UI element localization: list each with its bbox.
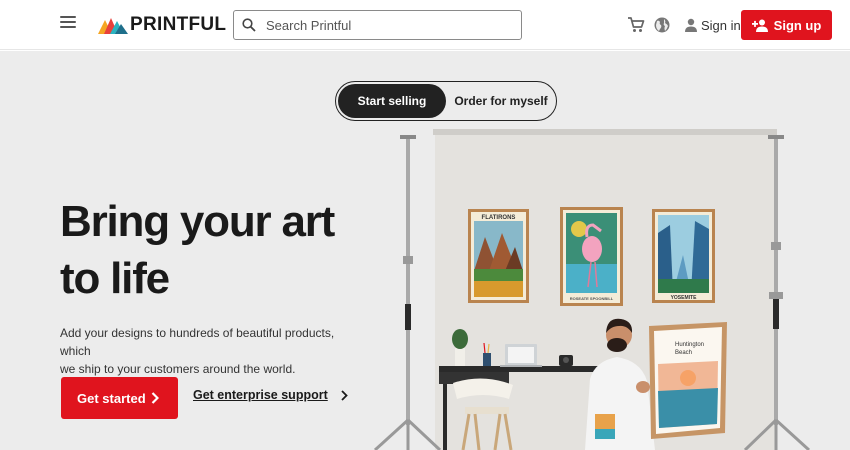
menu-icon[interactable] — [60, 16, 76, 32]
seller-mode-toggle: Start selling Order for myself — [335, 81, 557, 121]
cart-icon[interactable] — [627, 16, 645, 34]
enterprise-support-label: Get enterprise support — [193, 388, 328, 402]
chevron-right-icon — [151, 392, 159, 404]
sign-in-link[interactable]: Sign in — [684, 16, 741, 34]
poster-flatirons: FLATIRONS — [468, 209, 529, 303]
poster-huntington-beach: Huntington Beach — [649, 322, 727, 439]
user-icon — [685, 18, 697, 32]
sign-in-label: Sign in — [701, 17, 741, 33]
top-nav: PRINTFUL Sign in Sign up — [0, 0, 850, 50]
backdrop-rod — [433, 129, 777, 135]
poster-beach-line1: Huntington — [675, 342, 704, 348]
sign-up-button[interactable]: Sign up — [741, 10, 832, 40]
brand-name: PRINTFUL — [130, 14, 227, 35]
poster-beach-line2: Beach — [675, 350, 692, 356]
globe-icon[interactable] — [653, 16, 671, 34]
sign-up-label: Sign up — [773, 17, 822, 33]
subtext-line-2: we ship to your customers around the wor… — [60, 362, 296, 376]
poster-yosemite-title: YOSEMITE — [671, 295, 698, 301]
subtext-line-1: Add your designs to hundreds of beautifu… — [60, 326, 335, 358]
poster-flamingo-title: ROSEATE SPOONBILL — [570, 296, 614, 301]
start-selling-tab[interactable]: Start selling — [338, 84, 446, 118]
hero-section: Start selling Order for myself Bring you… — [0, 51, 850, 450]
search-input[interactable] — [266, 17, 506, 33]
enterprise-support-link[interactable]: Get enterprise support — [193, 388, 348, 402]
search-icon — [242, 18, 256, 32]
hero-subtext: Add your designs to hundreds of beautifu… — [60, 324, 360, 378]
search-box[interactable] — [233, 10, 522, 40]
printful-logo[interactable]: PRINTFUL — [98, 13, 226, 37]
headline-line-1: Bring your art — [60, 197, 335, 246]
add-user-icon — [751, 19, 768, 32]
left-light-stand — [373, 135, 442, 450]
hero-headline: Bring your art to life — [60, 193, 335, 307]
get-started-label: Get started — [77, 390, 146, 406]
headline-line-2: to life — [60, 254, 170, 303]
poster-flatirons-title: FLATIRONS — [482, 215, 516, 221]
chevron-right-icon — [341, 389, 348, 401]
order-for-myself-tab[interactable]: Order for myself — [448, 84, 554, 118]
printful-logo-mark — [98, 18, 128, 34]
hero-studio-photo: FLATIRONS ROSEATE SPOONBILL YOSEMITE Hun… — [373, 129, 811, 450]
get-started-button[interactable]: Get started — [61, 377, 178, 419]
poster-roseate-spoonbill: ROSEATE SPOONBILL — [560, 207, 623, 306]
poster-yosemite: YOSEMITE — [652, 209, 715, 303]
